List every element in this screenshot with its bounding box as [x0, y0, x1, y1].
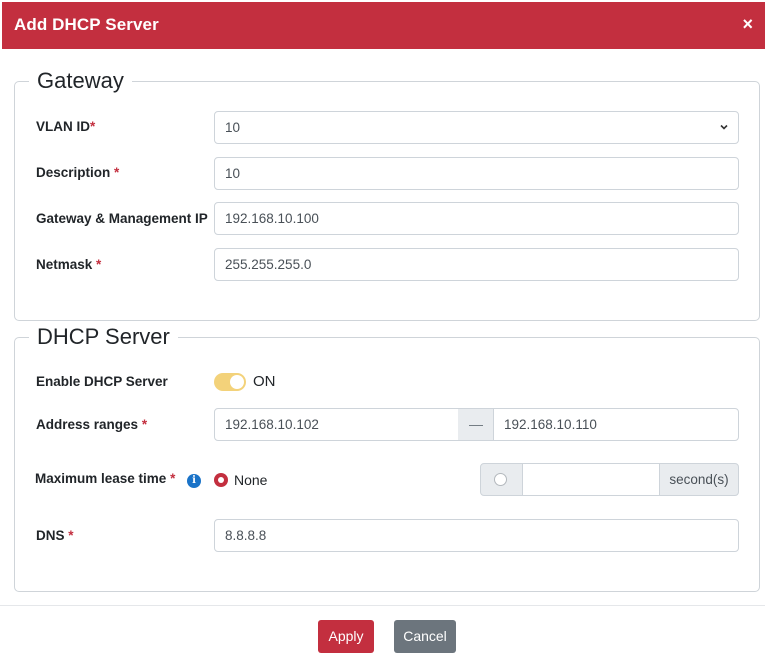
dhcp-server-fieldset: DHCP Server Enable DHCP Server ON Addres… — [14, 324, 760, 592]
description-input[interactable]: 10 — [214, 157, 739, 190]
close-icon[interactable]: × — [742, 14, 753, 34]
cancel-button[interactable]: Cancel — [394, 620, 456, 653]
apply-button[interactable]: Apply — [318, 620, 374, 653]
gateway-ip-label: Gateway & Management IP — [36, 211, 208, 226]
lease-custom-radio-addon — [480, 463, 523, 496]
dns-label: DNS * — [36, 528, 74, 543]
address-ranges-label: Address ranges * — [36, 417, 148, 432]
dialog-title: Add DHCP Server — [14, 15, 159, 34]
vlan-id-select[interactable]: 10 — [214, 111, 739, 144]
vlan-id-label: VLAN ID* — [36, 119, 96, 134]
description-label: Description * — [36, 165, 120, 180]
netmask-label: Netmask * — [36, 257, 102, 272]
range-end-input[interactable]: 192.168.10.110 — [493, 408, 739, 441]
chevron-down-icon — [720, 124, 728, 130]
lease-unit-addon: second(s) — [659, 463, 739, 496]
lease-none-radio[interactable] — [214, 473, 228, 487]
dns-input[interactable]: 8.8.8.8 — [214, 519, 739, 552]
netmask-input[interactable]: 255.255.255.0 — [214, 248, 739, 281]
enable-dhcp-toggle[interactable] — [214, 373, 246, 391]
range-start-input[interactable]: 192.168.10.102 — [214, 408, 459, 441]
range-separator: — — [458, 408, 494, 441]
toggle-state-text: ON — [253, 373, 276, 390]
lease-seconds-input[interactable] — [522, 463, 660, 496]
add-dhcp-server-dialog: Add DHCP Server × Gateway VLAN ID* 10 De… — [0, 0, 765, 662]
lease-time-label: Maximum lease time * — [35, 471, 176, 486]
dhcp-server-legend: DHCP Server — [29, 324, 178, 350]
gateway-legend: Gateway — [29, 68, 132, 94]
gateway-ip-input[interactable]: 192.168.10.100 — [214, 202, 739, 235]
vlan-id-value: 10 — [225, 120, 241, 135]
lease-custom-radio[interactable] — [494, 473, 507, 486]
info-icon[interactable]: i — [187, 474, 201, 488]
toggle-knob — [230, 375, 244, 389]
lease-none-label: None — [234, 472, 268, 488]
enable-dhcp-label: Enable DHCP Server — [36, 374, 168, 389]
footer-divider — [0, 605, 765, 606]
gateway-fieldset: Gateway VLAN ID* 10 Description * 10 Gat… — [14, 68, 760, 321]
dialog-header: Add DHCP Server × — [2, 2, 765, 49]
